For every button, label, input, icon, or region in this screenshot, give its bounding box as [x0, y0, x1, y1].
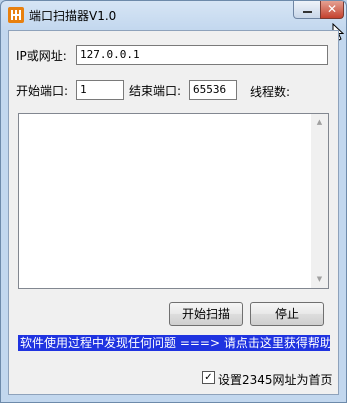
scroll-up-icon[interactable]: ▲	[311, 114, 328, 131]
minimize-button[interactable]	[293, 1, 321, 19]
close-button[interactable]: ✕	[320, 1, 344, 19]
scroll-down-icon[interactable]: ▼	[311, 271, 328, 288]
help-banner-link[interactable]: 软件使用过程中发现任何问题 ===> 请点击这里获得帮助	[18, 335, 330, 351]
window-title: 端口扫描器V1.0	[29, 9, 117, 23]
end-port-label: 结束端口:	[129, 84, 182, 98]
end-port-input[interactable]: 65536	[189, 80, 237, 100]
stop-button[interactable]: 停止	[250, 302, 324, 326]
start-scan-button[interactable]: 开始扫描	[169, 302, 243, 326]
homepage-checkbox-label[interactable]: 设置2345网址为首页	[218, 371, 333, 388]
homepage-checkbox[interactable]: ✓	[202, 371, 215, 384]
threads-label: 线程数:	[250, 85, 291, 99]
title-bar[interactable]: 端口扫描器V1.0 ✕	[1, 1, 346, 29]
close-icon: ✕	[326, 2, 338, 16]
ip-input[interactable]: 127.0.0.1	[76, 45, 328, 65]
client-area: IP或网址: 127.0.0.1 开始端口: 1 结束端口: 65536 线程数…	[8, 30, 339, 395]
app-window: 端口扫描器V1.0 ✕ IP或网址: 127.0.0.1 开始端口: 1 结束端…	[0, 0, 347, 403]
log-textarea[interactable]: ▲ ▼	[18, 113, 329, 289]
start-port-label: 开始端口:	[16, 84, 69, 98]
app-icon	[8, 7, 24, 23]
start-port-input[interactable]: 1	[76, 80, 124, 100]
check-icon: ✓	[204, 372, 213, 383]
log-scrollbar[interactable]: ▲ ▼	[311, 114, 328, 288]
ip-label: IP或网址:	[16, 49, 67, 63]
